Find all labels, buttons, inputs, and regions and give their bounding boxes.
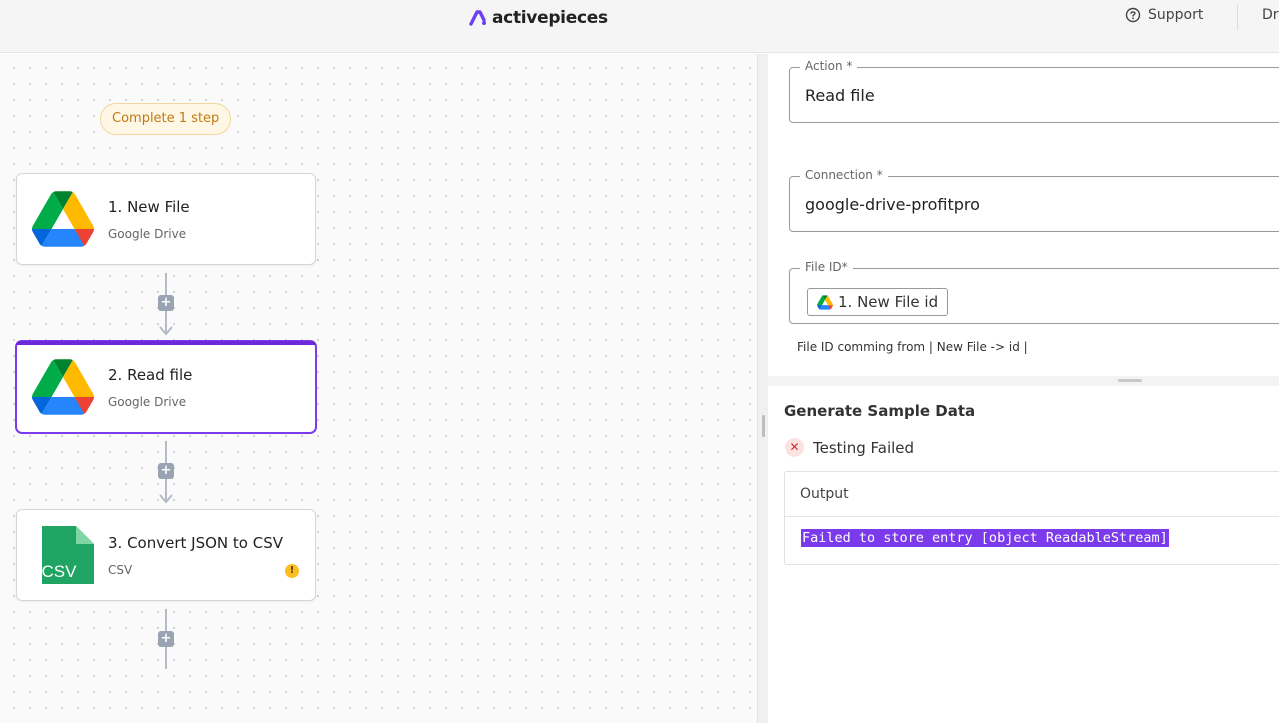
header-extra-link[interactable]: Dr xyxy=(1262,7,1279,23)
csv-file-icon: CSV xyxy=(42,526,94,584)
complete-steps-badge[interactable]: Complete 1 step xyxy=(100,103,232,135)
output-text[interactable]: Failed to store entry [object ReadableSt… xyxy=(801,529,1169,547)
step-subtitle: Google Drive xyxy=(108,227,187,241)
support-link[interactable]: Support xyxy=(1125,7,1203,23)
output-label: Output xyxy=(800,486,849,502)
step-subtitle: Google Drive xyxy=(108,395,187,409)
action-field-value: Read file xyxy=(805,86,875,105)
step-card-convert-json-to-csv[interactable]: CSV 3. Convert JSON to CSV CSV ! xyxy=(16,509,316,601)
step-card-read-file[interactable]: 2. Read file Google Drive xyxy=(16,341,316,433)
add-step-button[interactable]: + xyxy=(158,631,174,647)
step-card-new-file[interactable]: 1. New File Google Drive xyxy=(16,173,316,265)
step-connector: + xyxy=(157,273,175,338)
google-drive-icon xyxy=(32,359,94,415)
error-x-icon: ✕ xyxy=(785,438,804,457)
connection-field-label: Connection * xyxy=(800,168,888,182)
step-subtitle: CSV xyxy=(108,563,133,577)
help-circle-icon xyxy=(1125,7,1141,23)
generate-sample-data-title: Generate Sample Data xyxy=(784,402,976,420)
file-id-chip-label: 1. New File id xyxy=(838,293,939,311)
step-title: 1. New File xyxy=(108,198,190,216)
activepieces-logo-icon xyxy=(469,10,486,26)
logo-text: activepieces xyxy=(492,8,608,28)
step-title: 2. Read file xyxy=(108,366,193,384)
top-header: activepieces Support Dr xyxy=(0,0,1279,53)
step-settings-panel: Action * Read file Connection * google-d… xyxy=(768,54,1279,723)
step-connector: + xyxy=(157,441,175,506)
file-id-chip[interactable]: 1. New File id xyxy=(807,288,949,316)
output-header: Output xyxy=(785,472,1279,517)
google-drive-icon xyxy=(32,191,94,247)
google-drive-icon xyxy=(817,294,833,310)
section-divider[interactable] xyxy=(768,376,1279,386)
warning-icon[interactable]: ! xyxy=(285,564,299,578)
add-step-button[interactable]: + xyxy=(158,463,174,479)
header-divider xyxy=(1237,4,1238,30)
output-box: Output Failed to store entry [object Rea… xyxy=(784,471,1279,565)
action-field[interactable]: Action * Read file xyxy=(789,59,1279,123)
test-status: ✕ Testing Failed xyxy=(785,438,914,457)
step-connector: + xyxy=(157,609,175,669)
activepieces-logo[interactable]: activepieces xyxy=(469,6,608,30)
resize-grip-icon xyxy=(762,415,765,437)
flow-canvas[interactable]: Complete 1 step 1. New File Google Drive… xyxy=(0,54,757,723)
panel-resize-handle[interactable] xyxy=(757,54,768,723)
connection-field-value: google-drive-profitpro xyxy=(805,195,980,214)
step-title: 3. Convert JSON to CSV xyxy=(108,534,283,552)
action-field-label: Action * xyxy=(800,59,858,73)
connection-field[interactable]: Connection * google-drive-profitpro xyxy=(789,168,1279,232)
csv-icon-text: CSV xyxy=(42,562,78,581)
file-id-hint: File ID comming from | New File -> id | xyxy=(797,340,1028,354)
section-resize-grip-icon xyxy=(1118,379,1142,382)
test-status-text: Testing Failed xyxy=(813,438,915,457)
file-id-field-label: File ID* xyxy=(800,260,853,274)
file-id-field[interactable]: File ID* 1. New File id xyxy=(789,260,1279,324)
support-label: Support xyxy=(1148,7,1204,23)
add-step-button[interactable]: + xyxy=(158,295,174,311)
